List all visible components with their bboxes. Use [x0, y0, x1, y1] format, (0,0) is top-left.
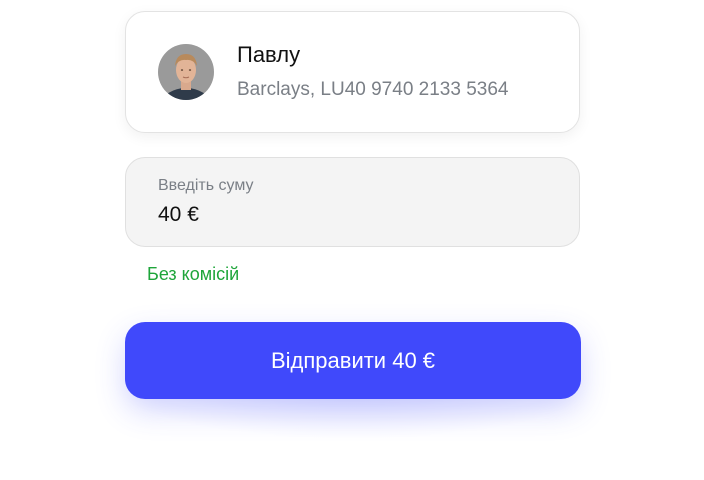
recipient-card[interactable]: Павлу Barclays, LU40 9740 2133 5364	[125, 11, 580, 133]
recipient-info: Павлу Barclays, LU40 9740 2133 5364	[237, 42, 508, 102]
transfer-screen: Павлу Barclays, LU40 9740 2133 5364 Введ…	[0, 0, 704, 480]
send-button[interactable]: Відправити 40 €	[125, 322, 581, 399]
recipient-name: Павлу	[237, 42, 301, 67]
amount-value[interactable]: 40 €	[158, 202, 579, 228]
person-avatar-icon	[158, 44, 214, 100]
recipient-avatar	[158, 44, 214, 100]
recipient-account: Barclays, LU40 9740 2133 5364	[237, 79, 509, 100]
fee-note: Без комісій	[147, 264, 240, 284]
amount-input[interactable]: Введіть суму 40 €	[125, 157, 580, 247]
amount-label: Введіть суму	[158, 177, 254, 194]
